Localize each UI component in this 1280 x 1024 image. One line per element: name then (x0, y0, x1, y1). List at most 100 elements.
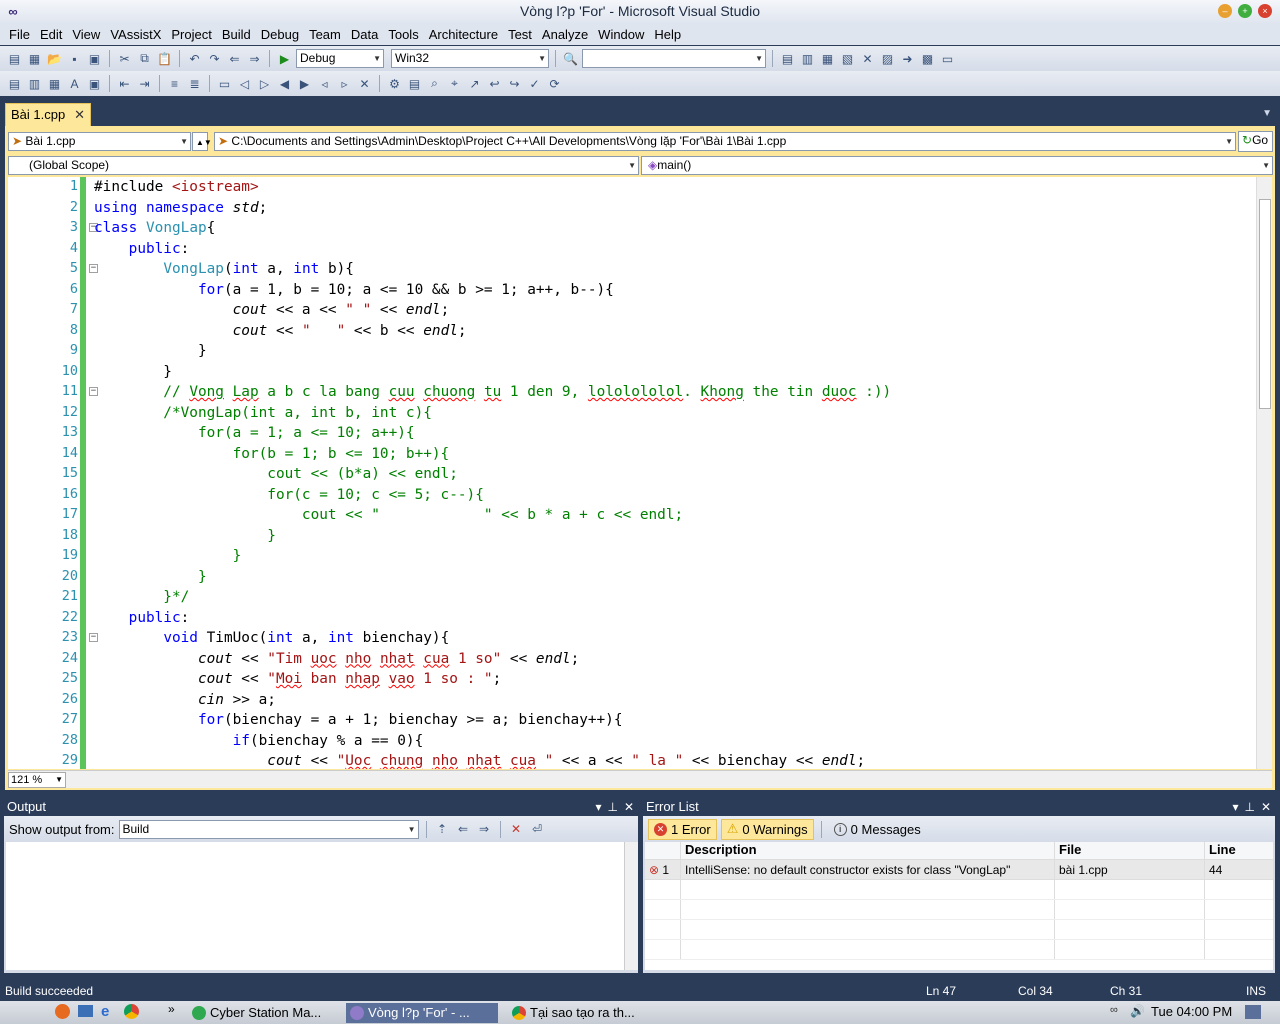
firefox-icon[interactable] (55, 1004, 70, 1019)
menu-architecture[interactable]: Architecture (424, 27, 503, 42)
menu-edit[interactable]: Edit (35, 27, 67, 42)
previous-bookmark-icon[interactable]: ◁ (236, 75, 253, 92)
network-icon[interactable]: ∞ (1110, 1004, 1118, 1016)
close-panel-icon[interactable]: ✕ (624, 798, 634, 816)
display-word-completion-icon[interactable]: ▣ (86, 75, 103, 92)
menu-project[interactable]: Project (166, 27, 216, 42)
menu-analyze[interactable]: Analyze (537, 27, 593, 42)
quick-info-icon[interactable]: ▦ (46, 75, 63, 92)
close-panel-icon[interactable]: ✕ (1261, 798, 1271, 816)
file-path-select[interactable]: ➤ C:\Documents and Settings\Admin\Deskto… (214, 132, 1236, 151)
vassistx-back-icon[interactable]: ↩ (486, 75, 503, 92)
parameter-info-icon[interactable]: ▥ (26, 75, 43, 92)
chevron-down-icon[interactable]: ▼ (1262, 108, 1272, 119)
more-icon[interactable]: » (168, 1002, 175, 1016)
next-bookmark-in-folder-icon[interactable]: ▶ (296, 75, 313, 92)
menu-window[interactable]: Window (593, 27, 649, 42)
menu-build[interactable]: Build (217, 27, 256, 42)
column-header-line[interactable]: Line (1205, 842, 1273, 859)
auto-hide-pin-icon[interactable]: ⊥ (1244, 798, 1254, 816)
taskbar-item-cyber-station[interactable]: Cyber Station Ma... (188, 1003, 340, 1023)
output-text-area[interactable] (6, 842, 624, 970)
add-item-icon[interactable]: ▦ (26, 50, 43, 67)
previous-bookmark-in-document-icon[interactable]: ◃ (316, 75, 333, 92)
vassistx-open-file-icon[interactable]: ▤ (406, 75, 423, 92)
solution-explorer-icon[interactable]: ▤ (779, 50, 796, 67)
cut-icon[interactable]: ✂ (116, 50, 133, 67)
properties-icon[interactable]: ▥ (799, 50, 816, 67)
output-vertical-scrollbar[interactable] (624, 842, 638, 970)
desktop-icon[interactable] (78, 1005, 93, 1017)
vassistx-find-references-icon[interactable]: ⌖ (446, 75, 463, 92)
menu-debug[interactable]: Debug (256, 27, 304, 42)
display-object-member-list-icon[interactable]: ▤ (6, 75, 23, 92)
decrease-indent-icon[interactable]: ⇤ (116, 75, 133, 92)
export-icon[interactable]: ➜ (899, 50, 916, 67)
copy-icon[interactable]: ⧉ (136, 50, 153, 67)
increase-indent-icon[interactable]: ⇥ (136, 75, 153, 92)
paste-icon[interactable]: 📋 (156, 50, 173, 67)
close-tab-icon[interactable]: ✕ (74, 104, 85, 125)
tab-bai-1-cpp[interactable]: Bài 1.cpp ✕ (5, 103, 91, 126)
code-editor[interactable]: 1 2 3 4 5 6 7 8 9 10 11 12 13 14 15 16 17 18 19 20 21 22 23 24 2… (8, 177, 1272, 769)
menu-test[interactable]: Test (503, 27, 537, 42)
volume-icon[interactable]: 🔊 (1130, 1004, 1145, 1018)
vassistx-spellcheck-icon[interactable]: ✓ (526, 75, 543, 92)
internet-explorer-icon[interactable]: e (101, 1003, 109, 1020)
show-desktop-icon[interactable] (1245, 1005, 1261, 1019)
menu-team[interactable]: Team (304, 27, 346, 42)
uncomment-selection-icon[interactable]: ≣ (186, 75, 203, 92)
table-row[interactable]: ⊗ 1 IntelliSense: no default constructor… (645, 860, 1273, 880)
clock[interactable]: Tue 04:00 PM (1151, 1004, 1232, 1019)
vassistx-refactor-icon[interactable]: ⟳ (546, 75, 563, 92)
vassistx-find-symbol-icon[interactable]: ⌕ (426, 75, 443, 92)
comment-selection-icon[interactable]: ≡ (166, 75, 183, 92)
column-header-description[interactable]: Description (681, 842, 1055, 859)
close-button[interactable]: × (1258, 4, 1272, 18)
next-bookmark-icon[interactable]: ▷ (256, 75, 273, 92)
solution-configuration-select[interactable]: Debug ▼ (296, 49, 384, 68)
file-select[interactable]: ➤ Bài 1.cpp ▼ (8, 132, 191, 151)
output-source-select[interactable]: Build ▼ (118, 819, 419, 839)
scope-select[interactable]: (Global Scope) ▼ (8, 156, 639, 175)
next-bookmark-in-document-icon[interactable]: ▹ (336, 75, 353, 92)
start-page-icon[interactable]: ▨ (879, 50, 896, 67)
chrome-icon[interactable] (124, 1004, 139, 1019)
navigate-backward-icon[interactable]: ⇐ (226, 50, 243, 67)
window-position-icon[interactable]: ▾ (1232, 798, 1238, 816)
find-combo[interactable]: ▼ (582, 49, 766, 68)
messages-filter-button[interactable]: i 0 Messages (829, 819, 926, 840)
vassistx-settings-icon[interactable]: ⚙ (386, 75, 403, 92)
column-header-file[interactable]: File (1055, 842, 1205, 859)
menu-file[interactable]: File (4, 27, 35, 42)
column-header-icon[interactable] (645, 842, 681, 859)
file-spinner[interactable]: ▲▼ (192, 132, 212, 151)
previous-bookmark-in-folder-icon[interactable]: ◀ (276, 75, 293, 92)
previous-message-icon[interactable]: ⇐ (455, 821, 472, 838)
taskbar-item-chrome[interactable]: Tại sao tạo ra th... (508, 1003, 660, 1023)
new-project-icon[interactable]: ▤ (6, 50, 23, 67)
auto-hide-pin-icon[interactable]: ⊥ (607, 798, 617, 816)
scrollbar-thumb[interactable] (1259, 199, 1271, 409)
minimize-button[interactable]: – (1218, 4, 1232, 18)
undo-icon[interactable]: ↶ (186, 50, 203, 67)
solution-platform-select[interactable]: Win32 ▼ (391, 49, 549, 68)
clear-all-icon[interactable]: ✕ (508, 821, 525, 838)
member-select[interactable]: ◈main() ▼ (641, 156, 1273, 175)
tools-icon[interactable]: ✕ (859, 50, 876, 67)
menu-tools[interactable]: Tools (383, 27, 423, 42)
toggle-bookmark-icon[interactable]: ▭ (216, 75, 233, 92)
next-message-icon[interactable]: ⇒ (476, 821, 493, 838)
open-file-icon[interactable]: 📂 (46, 50, 63, 67)
editor-vertical-scrollbar[interactable] (1256, 177, 1272, 769)
toggle-word-wrap-icon[interactable]: ⏎ (529, 821, 546, 838)
navigate-forward-icon[interactable]: ⇒ (246, 50, 263, 67)
zoom-select[interactable]: 121 % ▼ (8, 772, 66, 788)
complete-word-icon[interactable]: A (66, 75, 83, 92)
find-message-in-code-icon[interactable]: ⇡ (434, 821, 451, 838)
toolbox-icon[interactable]: ▧ (839, 50, 856, 67)
warnings-filter-button[interactable]: ⚠ 0 Warnings (720, 818, 814, 840)
maximize-button[interactable]: + (1238, 4, 1252, 18)
vassistx-forward-icon[interactable]: ↪ (506, 75, 523, 92)
save-icon[interactable]: ▪ (66, 50, 83, 67)
